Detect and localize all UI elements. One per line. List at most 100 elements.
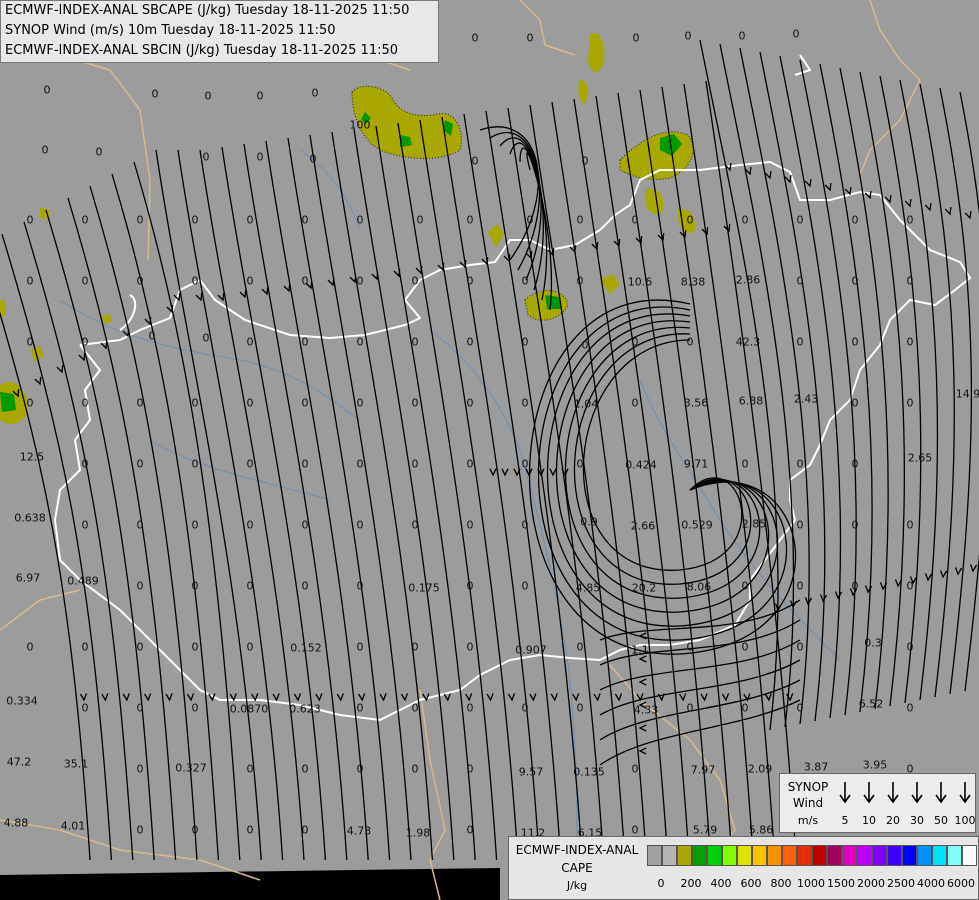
map-value-label: 0: [906, 335, 914, 349]
map-value-label: 0: [202, 331, 210, 345]
map-value-label: 0: [81, 457, 89, 471]
map-value-label: 1.04: [573, 397, 599, 411]
map-value-label: 0: [301, 823, 309, 837]
wind-legend-speed: 30: [910, 814, 924, 827]
map-value-label: 0: [246, 335, 254, 349]
wind-legend-subtitle: Wind: [792, 796, 824, 810]
map-value-label: 6.52: [858, 697, 884, 711]
map-value-label: 0: [581, 338, 589, 352]
map-value-label: 0: [741, 213, 749, 227]
map-value-label: 0: [521, 396, 529, 410]
map-value-label: 0: [356, 579, 364, 593]
map-value-label: 0: [136, 762, 144, 776]
map-value-label: 0: [686, 335, 694, 349]
weather-map[interactable]: [0, 0, 979, 900]
map-value-label: 0: [95, 145, 103, 159]
cape-color-swatch: [902, 845, 917, 866]
title-wind: SYNOP Wind (m/s) 10m Tuesday 18-11-2025 …: [5, 23, 336, 38]
map-value-label: 0: [136, 823, 144, 837]
map-value-label: 9.71: [683, 457, 709, 471]
map-value-label: 2.66: [630, 519, 656, 533]
map-value-label: 0: [246, 823, 254, 837]
map-value-label: 100: [349, 118, 371, 132]
map-value-label: 0: [191, 640, 199, 654]
down-arrow-icon: [863, 782, 875, 804]
map-value-label: 0: [906, 213, 914, 227]
map-value-label: 0.3: [864, 636, 882, 650]
map-value-label: 0: [81, 335, 89, 349]
cape-scale-tick: 6000: [947, 877, 975, 890]
map-value-label: 0: [631, 823, 639, 837]
map-value-label: 0: [26, 396, 34, 410]
map-value-label: 3.87: [803, 760, 829, 774]
map-value-label: 0: [191, 457, 199, 471]
map-value-label: 0: [43, 83, 51, 97]
map-value-label: 0: [81, 396, 89, 410]
cape-legend: ECMWF-INDEX-ANAL CAPE J/kg 0 200 400 600 800…: [508, 836, 979, 900]
map-value-label: 0: [416, 213, 424, 227]
cape-color-swatch: [827, 845, 842, 866]
map-value-label: 0: [356, 213, 364, 227]
cape-scale-tick: 600: [740, 877, 762, 890]
map-value-label: 0: [356, 701, 364, 715]
map-value-label: 0: [246, 762, 254, 776]
map-value-label: 0: [851, 457, 859, 471]
map-value-label: 3.95: [862, 758, 888, 772]
map-value-label: 0: [851, 396, 859, 410]
map-value-label: 0: [471, 154, 479, 168]
cape-color-swatch: [647, 845, 662, 866]
map-value-label: 8.06: [686, 580, 712, 594]
cape-color-swatch: [947, 845, 962, 866]
map-value-label: 0: [686, 701, 694, 715]
map-value-label: 0: [906, 579, 914, 593]
down-arrow-icon: [959, 782, 971, 804]
cape-legend-unit: J/kg: [566, 879, 588, 892]
map-value-label: 0: [796, 213, 804, 227]
cape-color-swatch: [737, 845, 752, 866]
map-value-label: 0: [41, 143, 49, 157]
wind-legend-speed: 20: [886, 814, 900, 827]
map-value-label: 2.85: [741, 517, 767, 531]
cape-scale-tick: 0: [657, 877, 665, 890]
map-value-label: 0: [521, 701, 529, 715]
map-value-label: 0: [191, 518, 199, 532]
map-value-label: 0: [741, 640, 749, 654]
map-value-label: 0: [906, 396, 914, 410]
cape-color-swatch: [692, 845, 707, 866]
map-value-label: 0: [576, 457, 584, 471]
map-value-label: 0: [466, 640, 474, 654]
cape-color-swatch: [962, 845, 977, 866]
map-value-label: 2.65: [907, 451, 933, 465]
map-value-label: 0: [202, 150, 210, 164]
map-value-label: 0: [796, 640, 804, 654]
cape-color-swatch: [932, 845, 947, 866]
map-value-label: 4.01: [60, 819, 86, 833]
title-cin: ECMWF-INDEX-ANAL SBCIN (J/kg) Tuesday 18…: [5, 43, 399, 58]
map-value-label: 0: [356, 457, 364, 471]
map-value-label: 0.135: [573, 765, 605, 779]
map-value-label: 0: [471, 31, 479, 45]
cape-scale-tick: 1500: [827, 877, 855, 890]
cape-color-swatch: [677, 845, 692, 866]
cape-legend-title: ECMWF-INDEX-ANAL: [515, 843, 639, 857]
map-value-label: 4.85: [575, 581, 601, 595]
map-value-label: 20.2: [631, 581, 657, 595]
map-value-label: 12.5: [19, 450, 45, 464]
wind-legend-arrow: 100: [954, 778, 976, 827]
map-value-label: 0: [356, 274, 364, 288]
map-value-label: 0: [309, 152, 317, 166]
map-value-label: 0: [136, 274, 144, 288]
map-value-label: 35.1: [63, 757, 89, 771]
map-value-label: 0: [411, 701, 419, 715]
map-title-box: ECMWF-INDEX-ANAL SBCAPE (J/kg) Tuesday 1…: [0, 0, 439, 63]
map-value-label: 0: [26, 274, 34, 288]
map-value-label: 0: [466, 335, 474, 349]
map-value-label: 8.38: [680, 275, 706, 289]
cape-scale-tick: 4000: [917, 877, 945, 890]
map-value-label: 0: [851, 518, 859, 532]
map-value-label: 0: [136, 518, 144, 532]
wind-legend-unit: m/s: [797, 814, 819, 827]
map-value-label: 0: [81, 640, 89, 654]
cape-color-swatch: [887, 845, 902, 866]
wind-legend-arrow: 30: [906, 778, 928, 827]
